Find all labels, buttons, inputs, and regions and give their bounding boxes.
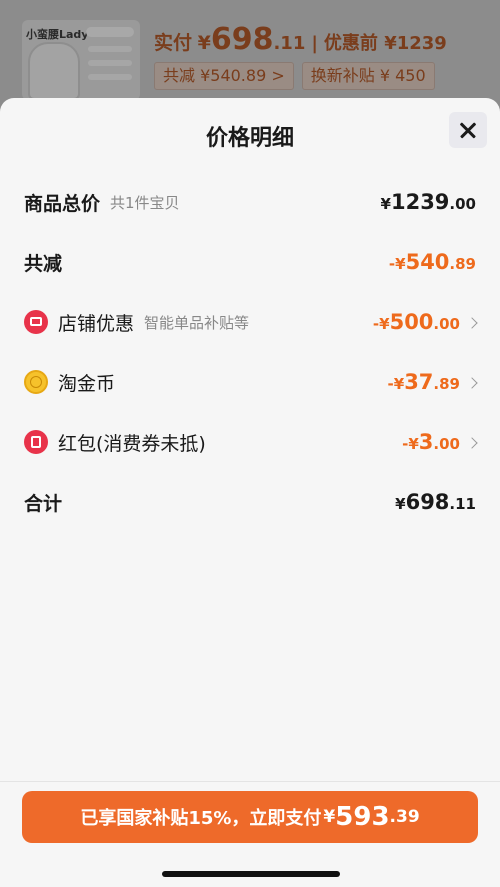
pay-button-text: 已享国家补贴15%，立即支付: [80, 808, 322, 829]
row-value: -¥ 500.00: [373, 310, 478, 334]
row-label: 合计: [24, 492, 63, 515]
row-label: 淘金币: [58, 372, 116, 395]
pay-button-dec: .39: [389, 807, 420, 827]
total-reduce-chip: 共减 ¥540.89 >: [154, 62, 294, 90]
row-taojinbi[interactable]: 淘金币 -¥ 37.89: [24, 362, 478, 402]
row-red-packet[interactable]: 红包(消费券未抵) -¥ 3.00: [24, 422, 478, 462]
footer-divider: [0, 781, 500, 782]
paid-label: 实付: [154, 32, 193, 54]
chevron-right-icon: [466, 377, 478, 389]
row-sub: 共1件宝贝: [110, 193, 180, 212]
row-sub: 智能单品补贴等: [144, 313, 250, 332]
row-label: 店铺优惠: [58, 312, 135, 335]
background-price-row: 实付 ¥698.11 | 优惠前 ¥1239: [154, 22, 447, 57]
row-value: -¥ 37.89: [388, 370, 478, 394]
row-total-reduce: 共减 -¥ 540.89: [24, 242, 476, 282]
chair-image: [28, 42, 80, 100]
red-packet-icon: [24, 430, 48, 454]
pay-button-symbol: ¥: [323, 807, 336, 827]
background-chips: 共减 ¥540.89 > 换新补贴 ¥ 450: [154, 62, 435, 90]
row-label: 红包(消费券未抵): [58, 432, 206, 455]
trade-in-chip: 换新补贴 ¥ 450: [301, 62, 435, 90]
paid-dec: .11: [273, 33, 306, 54]
paid-int: 698: [210, 22, 274, 57]
product-thumbnail-chip: [86, 27, 134, 37]
coin-icon: [24, 370, 48, 394]
product-thumbnail-title: 小蛮腰Lady: [26, 28, 89, 41]
row-value: ¥698.11: [395, 490, 476, 514]
row-total-price: 商品总价 共1件宝贝 ¥1239.00: [24, 182, 476, 222]
shop-icon: [24, 310, 48, 334]
sheet-title: 价格明细: [205, 126, 294, 151]
pay-button-int: 593: [335, 802, 390, 832]
row-value: -¥ 540.89: [388, 250, 476, 274]
before-discount-price: 优惠前 ¥1239: [323, 33, 447, 54]
screen: 小蛮腰Lady 实付 ¥698.11 | 优惠前 ¥1239 共减 ¥540.89 …: [0, 0, 500, 887]
home-indicator[interactable]: [162, 871, 340, 877]
row-label: 商品总价: [24, 192, 101, 215]
row-shop-discount[interactable]: 店铺优惠 智能单品补贴等 -¥ 500.00: [24, 302, 478, 342]
row-value: -¥ 3.00: [402, 430, 478, 454]
row-label: 共减: [24, 252, 63, 275]
row-value: ¥1239.00: [380, 190, 476, 214]
paid-symbol: ¥: [197, 32, 211, 54]
product-thumbnail: 小蛮腰Lady: [22, 20, 140, 100]
pay-now-button[interactable]: 已享国家补贴15%，立即支付 ¥ 593.39: [22, 791, 478, 843]
price-separator: |: [311, 33, 318, 54]
chevron-right-icon: [466, 437, 478, 449]
row-sum: 合计 ¥698.11: [24, 482, 476, 522]
chevron-right-icon: [466, 317, 478, 329]
price-detail-sheet: 价格明细 商品总价 共1件宝贝 ¥1239.00 共减 -¥ 540.89 店铺优…: [0, 98, 500, 887]
close-button[interactable]: [449, 112, 487, 148]
